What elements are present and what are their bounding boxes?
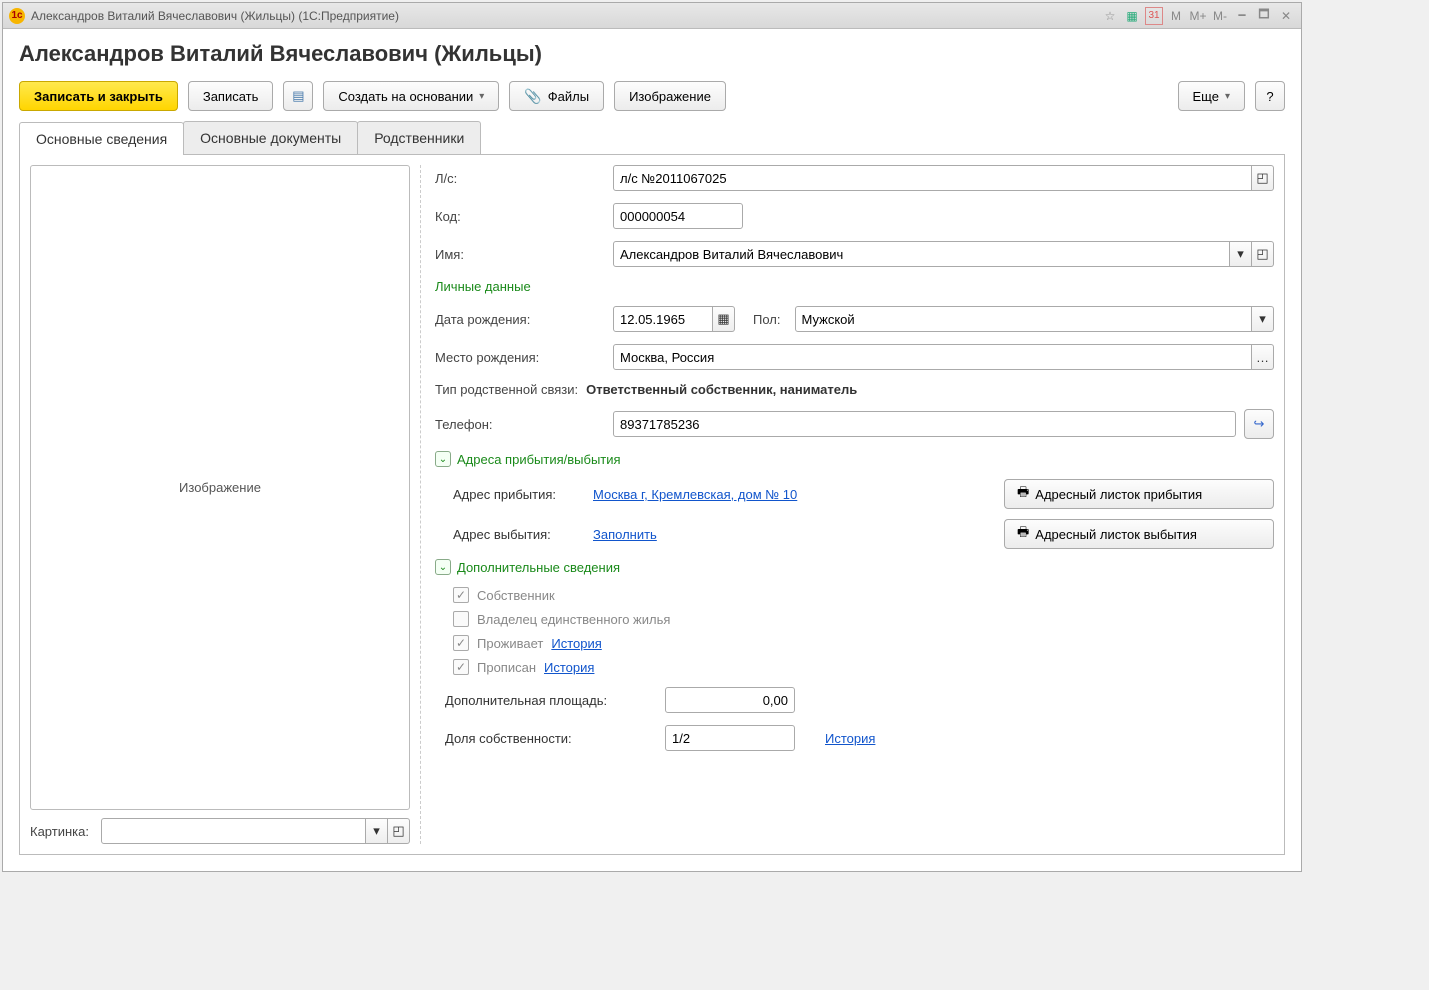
picture-input[interactable]: [101, 818, 366, 844]
arrival-address-sheet-button[interactable]: 🖶 Адресный листок прибытия: [1004, 479, 1274, 509]
resides-history-link[interactable]: История: [551, 636, 601, 651]
picture-label: Картинка:: [30, 824, 95, 839]
birthplace-label: Место рождения:: [435, 350, 605, 365]
arrival-btn-label: Адресный листок прибытия: [1035, 487, 1202, 502]
birthplace-ellipsis-button[interactable]: …: [1252, 344, 1274, 370]
tab-main-documents[interactable]: Основные документы: [183, 121, 358, 154]
departure-btn-label: Адресный листок выбытия: [1035, 527, 1197, 542]
picture-open-button[interactable]: ◰: [388, 818, 410, 844]
gender-dropdown-button[interactable]: ▾: [1252, 306, 1274, 332]
name-label: Имя:: [435, 247, 605, 262]
phone-input[interactable]: [613, 411, 1236, 437]
tab-content: Изображение Картинка: ▾ ◰ Л/с: ◰: [19, 155, 1285, 855]
favorite-icon[interactable]: ☆: [1101, 7, 1119, 25]
save-and-close-button[interactable]: Записать и закрыть: [19, 81, 178, 111]
calendar-icon: ▦: [717, 311, 729, 327]
window-title: Александров Виталий Вячеславович (Жильцы…: [31, 9, 1101, 23]
window: 1c Александров Виталий Вячеславович (Жил…: [2, 2, 1302, 872]
ownership-share-input[interactable]: [665, 725, 795, 751]
image-placeholder[interactable]: Изображение: [30, 165, 410, 810]
minimize-button[interactable]: 🗕: [1233, 7, 1251, 25]
code-input[interactable]: [613, 203, 743, 229]
picture-dropdown-button[interactable]: ▾: [366, 818, 388, 844]
calendar-icon[interactable]: 31: [1145, 7, 1163, 25]
arrow-icon: ↪: [1254, 416, 1265, 432]
memory-m-button[interactable]: M: [1167, 7, 1185, 25]
files-button[interactable]: 📎 Файлы: [509, 81, 604, 111]
ls-label: Л/с:: [435, 171, 605, 186]
create-based-on-button[interactable]: Создать на основании: [323, 81, 499, 111]
memory-mminus-button[interactable]: M-: [1211, 7, 1229, 25]
picture-input-row: Картинка: ▾ ◰: [30, 818, 410, 844]
maximize-button[interactable]: 🗖: [1255, 7, 1273, 25]
chevron-down-icon: ⌄: [435, 559, 451, 575]
tab-relatives[interactable]: Родственники: [357, 121, 481, 154]
arrival-address-link[interactable]: Москва г, Кремлевская, дом № 10: [593, 487, 797, 502]
page-title: Александров Виталий Вячеславович (Жильцы…: [19, 41, 1285, 67]
content-area: Александров Виталий Вячеславович (Жильцы…: [3, 29, 1301, 871]
list-icon: ▤: [292, 88, 304, 104]
registered-checkbox[interactable]: [453, 659, 469, 675]
gender-label: Пол:: [753, 312, 787, 327]
tabs: Основные сведения Основные документы Род…: [19, 121, 1285, 155]
registered-history-link[interactable]: История: [544, 660, 594, 675]
more-button[interactable]: Еще: [1178, 81, 1245, 111]
arrival-address-label: Адрес прибытия:: [453, 487, 583, 502]
sole-owner-checkbox-label: Владелец единственного жилья: [477, 612, 670, 627]
form-panel: Л/с: ◰ Код: Имя: ▾ ◰: [420, 165, 1274, 844]
code-label: Код:: [435, 209, 605, 224]
printer-icon: 🖶: [1017, 483, 1029, 505]
titlebar-buttons: ☆ ▦ 31 M M+ M- 🗕 🗖 ✕: [1101, 7, 1295, 25]
phone-action-button[interactable]: ↪: [1244, 409, 1274, 439]
dob-input[interactable]: [613, 306, 713, 332]
printer-icon: 🖶: [1017, 523, 1029, 545]
list-icon-button[interactable]: ▤: [283, 81, 313, 111]
calendar-picker-button[interactable]: ▦: [713, 306, 735, 332]
additional-area-label: Дополнительная площадь:: [445, 693, 655, 708]
paperclip-icon: 📎: [524, 88, 541, 105]
image-button[interactable]: Изображение: [614, 81, 726, 111]
resides-checkbox[interactable]: [453, 635, 469, 651]
tab-main-info[interactable]: Основные сведения: [19, 122, 184, 155]
help-button[interactable]: ?: [1255, 81, 1285, 111]
memory-mplus-button[interactable]: M+: [1189, 7, 1207, 25]
addresses-heading[interactable]: ⌄ Адреса прибытия/выбытия: [435, 451, 1274, 467]
app-icon: 1c: [9, 8, 25, 24]
dob-label: Дата рождения:: [435, 312, 605, 327]
close-button[interactable]: ✕: [1277, 7, 1295, 25]
image-panel: Изображение Картинка: ▾ ◰: [30, 165, 410, 844]
gender-input[interactable]: [795, 306, 1253, 332]
owner-checkbox[interactable]: [453, 587, 469, 603]
relation-type-value: Ответственный собственник, наниматель: [586, 382, 857, 397]
files-label: Файлы: [548, 89, 589, 104]
name-dropdown-button[interactable]: ▾: [1230, 241, 1252, 267]
departure-address-fill-link[interactable]: Заполнить: [593, 527, 657, 542]
departure-address-sheet-button[interactable]: 🖶 Адресный листок выбытия: [1004, 519, 1274, 549]
additional-info-heading[interactable]: ⌄ Дополнительные сведения: [435, 559, 1274, 575]
titlebar: 1c Александров Виталий Вячеславович (Жил…: [3, 3, 1301, 29]
additional-area-input[interactable]: [665, 687, 795, 713]
ls-input[interactable]: [613, 165, 1252, 191]
phone-label: Телефон:: [435, 417, 605, 432]
resides-checkbox-label: Проживает: [477, 636, 543, 651]
ownership-share-label: Доля собственности:: [445, 731, 655, 746]
toolbar: Записать и закрыть Записать ▤ Создать на…: [19, 81, 1285, 111]
relation-type-label: Тип родственной связи:: [435, 382, 578, 397]
owner-checkbox-label: Собственник: [477, 588, 555, 603]
addresses-heading-text: Адреса прибытия/выбытия: [457, 452, 621, 467]
personal-data-heading: Личные данные: [435, 279, 1274, 294]
ls-open-button[interactable]: ◰: [1252, 165, 1274, 191]
birthplace-input[interactable]: [613, 344, 1252, 370]
save-button[interactable]: Записать: [188, 81, 274, 111]
share-history-link[interactable]: История: [825, 731, 875, 746]
chevron-down-icon: ⌄: [435, 451, 451, 467]
name-input[interactable]: [613, 241, 1230, 267]
name-open-button[interactable]: ◰: [1252, 241, 1274, 267]
additional-heading-text: Дополнительные сведения: [457, 560, 620, 575]
sole-owner-checkbox[interactable]: [453, 611, 469, 627]
departure-address-label: Адрес выбытия:: [453, 527, 583, 542]
registered-checkbox-label: Прописан: [477, 660, 536, 675]
calculator-icon[interactable]: ▦: [1123, 7, 1141, 25]
